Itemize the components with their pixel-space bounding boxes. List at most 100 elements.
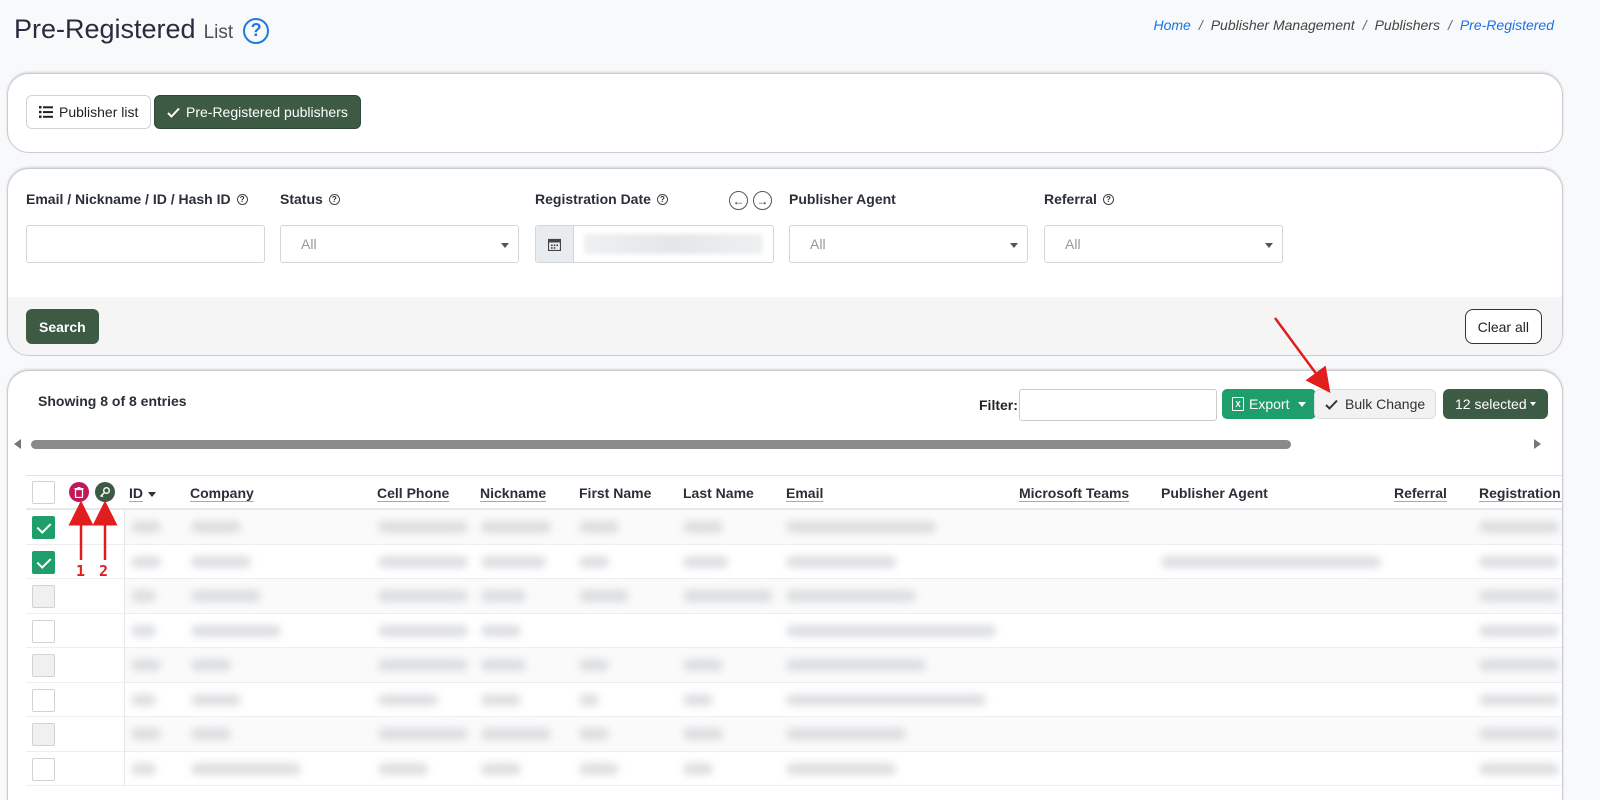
excel-icon: X [1232, 397, 1244, 411]
row-checkbox[interactable] [32, 550, 55, 574]
column-header-referral[interactable]: Referral [1394, 485, 1447, 501]
selected-count-button[interactable]: 12 selected [1443, 389, 1548, 419]
tab-publisher-list[interactable]: Publisher list [26, 95, 152, 129]
column-header-cell-phone[interactable]: Cell Phone [377, 485, 449, 501]
table-row[interactable] [26, 579, 1562, 614]
scrollbar-thumb[interactable] [31, 440, 1291, 449]
redacted-cell [1479, 590, 1559, 602]
breadcrumb-pre-registered[interactable]: Pre-Registered [1460, 17, 1554, 33]
arrow-right-icon[interactable]: → [753, 191, 772, 210]
table-row[interactable] [26, 544, 1562, 579]
table-body [26, 510, 1562, 786]
tabs-card: Publisher list Pre-Registered publishers [7, 73, 1563, 153]
help-icon[interactable]: ? [656, 193, 668, 205]
redacted-cell [1479, 728, 1559, 740]
breadcrumb-home[interactable]: Home [1153, 17, 1190, 33]
sort-desc-icon [148, 491, 156, 497]
referral-filter-label: Referral ? [1044, 191, 1114, 207]
table-header: ID Company Cell Phone Nickname First Nam… [26, 476, 1562, 510]
check-icon [1325, 399, 1338, 410]
row-checkbox[interactable] [32, 757, 55, 781]
redacted-cell [1479, 624, 1559, 637]
email-search-input[interactable] [26, 225, 265, 263]
redacted-cell [1479, 521, 1559, 533]
table-row[interactable] [26, 510, 1562, 545]
chevron-down-icon [1265, 243, 1273, 248]
email-filter-label-text: Email / Nickname / ID / Hash ID [26, 191, 231, 207]
select-all-checkbox[interactable] [32, 481, 55, 504]
filters-card: Email / Nickname / ID / Hash ID ? Status… [7, 168, 1563, 356]
redacted-cell [378, 728, 468, 740]
redacted-cell [579, 590, 629, 602]
table-row[interactable] [26, 613, 1562, 648]
redacted-cell [579, 659, 609, 671]
help-icon[interactable]: ? [328, 193, 340, 205]
registration-date-input[interactable] [535, 225, 774, 263]
horizontal-scrollbar[interactable] [9, 437, 1562, 451]
arrow-left-icon[interactable]: ← [729, 191, 748, 210]
export-button[interactable]: X Export [1222, 389, 1317, 419]
table-row[interactable] [26, 648, 1562, 683]
redacted-cell [786, 693, 986, 706]
redacted-cell [579, 728, 609, 740]
tab-pre-registered-publishers[interactable]: Pre-Registered publishers [154, 95, 361, 129]
tab-publisher-list-label: Publisher list [59, 104, 139, 120]
email-filter-label: Email / Nickname / ID / Hash ID ? [26, 191, 248, 207]
column-header-id[interactable]: ID [129, 485, 156, 501]
row-select-cell [26, 510, 125, 544]
row-checkbox[interactable] [32, 654, 55, 677]
redacted-cell [131, 590, 156, 602]
redacted-date-range [584, 234, 763, 254]
status-filter-label: Status ? [280, 191, 340, 207]
chevron-down-icon [1298, 401, 1307, 407]
table-row[interactable] [26, 717, 1562, 752]
search-button[interactable]: Search [26, 309, 99, 344]
status-select[interactable]: All [280, 225, 519, 263]
redacted-cell [683, 590, 773, 602]
redacted-cell [191, 659, 231, 671]
redacted-cell [481, 555, 546, 568]
column-header-last-name: Last Name [683, 485, 754, 501]
trash-icon[interactable] [69, 482, 89, 502]
referral-select[interactable]: All [1044, 225, 1283, 263]
scroll-right-icon[interactable] [1534, 439, 1541, 449]
row-checkbox[interactable] [32, 516, 55, 539]
breadcrumb-publishers[interactable]: Publishers [1375, 17, 1440, 33]
key-icon[interactable] [95, 482, 115, 502]
bulk-change-button[interactable]: Bulk Change [1314, 389, 1437, 419]
table-row[interactable] [26, 682, 1562, 717]
row-checkbox[interactable] [32, 585, 55, 608]
column-header-publisher-agent: Publisher Agent [1161, 485, 1268, 501]
redacted-cell [683, 693, 713, 706]
redacted-cell [191, 555, 251, 568]
row-checkbox[interactable] [32, 688, 55, 712]
annotation-label-2: 2 [99, 562, 109, 580]
redacted-cell [481, 693, 521, 706]
chevron-down-icon [1529, 402, 1536, 406]
publisher-agent-select[interactable]: All [789, 225, 1028, 263]
redacted-cell [786, 624, 996, 637]
column-header-microsoft-teams[interactable]: Microsoft Teams [1019, 485, 1129, 501]
column-header-email[interactable]: Email [786, 485, 823, 501]
column-header-registration-date[interactable]: Registration D [1479, 485, 1562, 501]
row-checkbox[interactable] [32, 619, 55, 643]
help-icon[interactable]: ? [236, 193, 248, 205]
clear-all-button[interactable]: Clear all [1464, 309, 1542, 344]
redacted-cell [786, 728, 906, 740]
table-row[interactable] [26, 751, 1562, 786]
redacted-cell [131, 728, 161, 740]
bulk-change-label: Bulk Change [1345, 396, 1426, 412]
row-checkbox[interactable] [32, 723, 55, 746]
redacted-cell [1479, 659, 1559, 671]
help-icon[interactable]: ? [243, 17, 270, 44]
column-header-nickname[interactable]: Nickname [480, 485, 546, 501]
redacted-cell [683, 762, 713, 775]
breadcrumb-publisher-management[interactable]: Publisher Management [1211, 17, 1355, 33]
row-select-cell [26, 682, 125, 716]
calendar-icon [536, 226, 574, 262]
column-header-company[interactable]: Company [190, 485, 254, 501]
scroll-left-icon[interactable] [14, 439, 21, 449]
table-filter-input[interactable] [1019, 389, 1217, 421]
help-icon[interactable]: ? [1102, 193, 1114, 205]
redacted-cell [481, 762, 521, 775]
